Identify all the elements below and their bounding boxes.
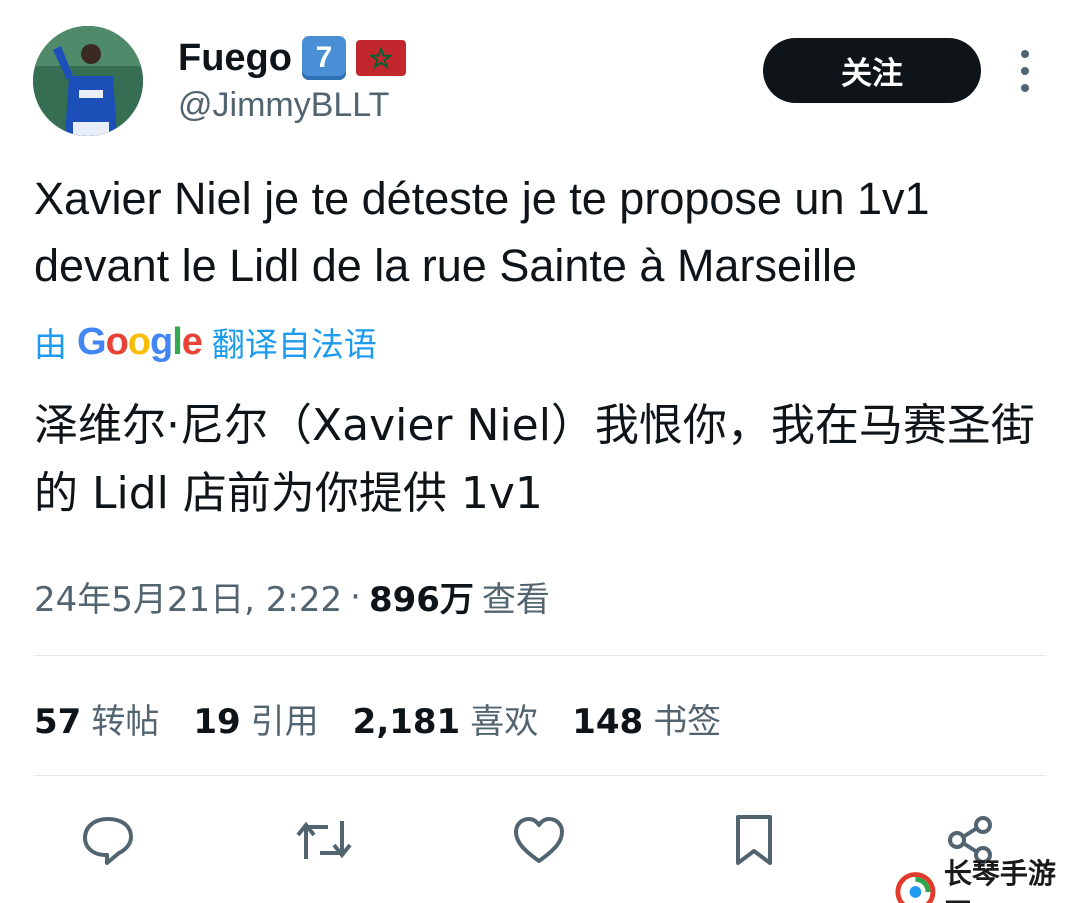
engagement-stats: 57 转帖 19 引用 2,181 喜欢 148 书签 (34, 694, 721, 743)
translated-text: 泽维尔·尼尔（Xavier Niel）我恨你，我在马赛圣街的 Lidl 店前为你… (34, 400, 1035, 519)
user-handle[interactable]: @JimmyBLLT (178, 86, 389, 125)
quotes-stat[interactable]: 19 引用 (193, 694, 318, 743)
meta-separator: · (350, 576, 361, 617)
keycap-seven-emoji: 7 (301, 36, 346, 80)
translation-attribution[interactable]: 由 Google 翻译自法语 (34, 318, 377, 366)
watermark-logo-icon (895, 872, 936, 903)
divider (34, 775, 1046, 776)
likes-stat[interactable]: 2,181 喜欢 (353, 694, 539, 743)
retweet-icon[interactable] (294, 810, 354, 870)
timestamp[interactable]: 24年5月21日, 2:22 (34, 572, 342, 621)
views-label: 查看 (481, 580, 550, 620)
google-logo: Google (77, 320, 203, 363)
avatar[interactable] (33, 26, 143, 136)
translated-prefix: 由 (34, 325, 67, 364)
site-watermark: 长琴手游网 (895, 852, 1080, 903)
more-options-icon[interactable] (1012, 50, 1038, 92)
like-icon[interactable] (509, 810, 569, 870)
tweet-header: Fuego 7 @JimmyBLLT 关注 (0, 0, 1080, 150)
tweet-text: Xavier Niel je te déteste je te propose … (34, 173, 930, 291)
bookmark-icon[interactable] (724, 810, 784, 870)
divider (34, 655, 1046, 656)
views-count: 896万 (368, 580, 474, 620)
follow-button[interactable]: 关注 (763, 38, 981, 103)
morocco-flag-icon (355, 40, 406, 76)
reply-icon[interactable] (78, 810, 138, 870)
translated-suffix: 翻译自法语 (211, 325, 377, 364)
tweet-meta: 24年5月21日, 2:22 · 896万 查看 (34, 572, 550, 621)
display-name[interactable]: Fuego (178, 37, 292, 80)
watermark-text: 长琴手游网 (943, 857, 1056, 903)
retweets-stat[interactable]: 57 转帖 (34, 694, 159, 743)
bookmarks-stat[interactable]: 148 书签 (572, 694, 721, 743)
